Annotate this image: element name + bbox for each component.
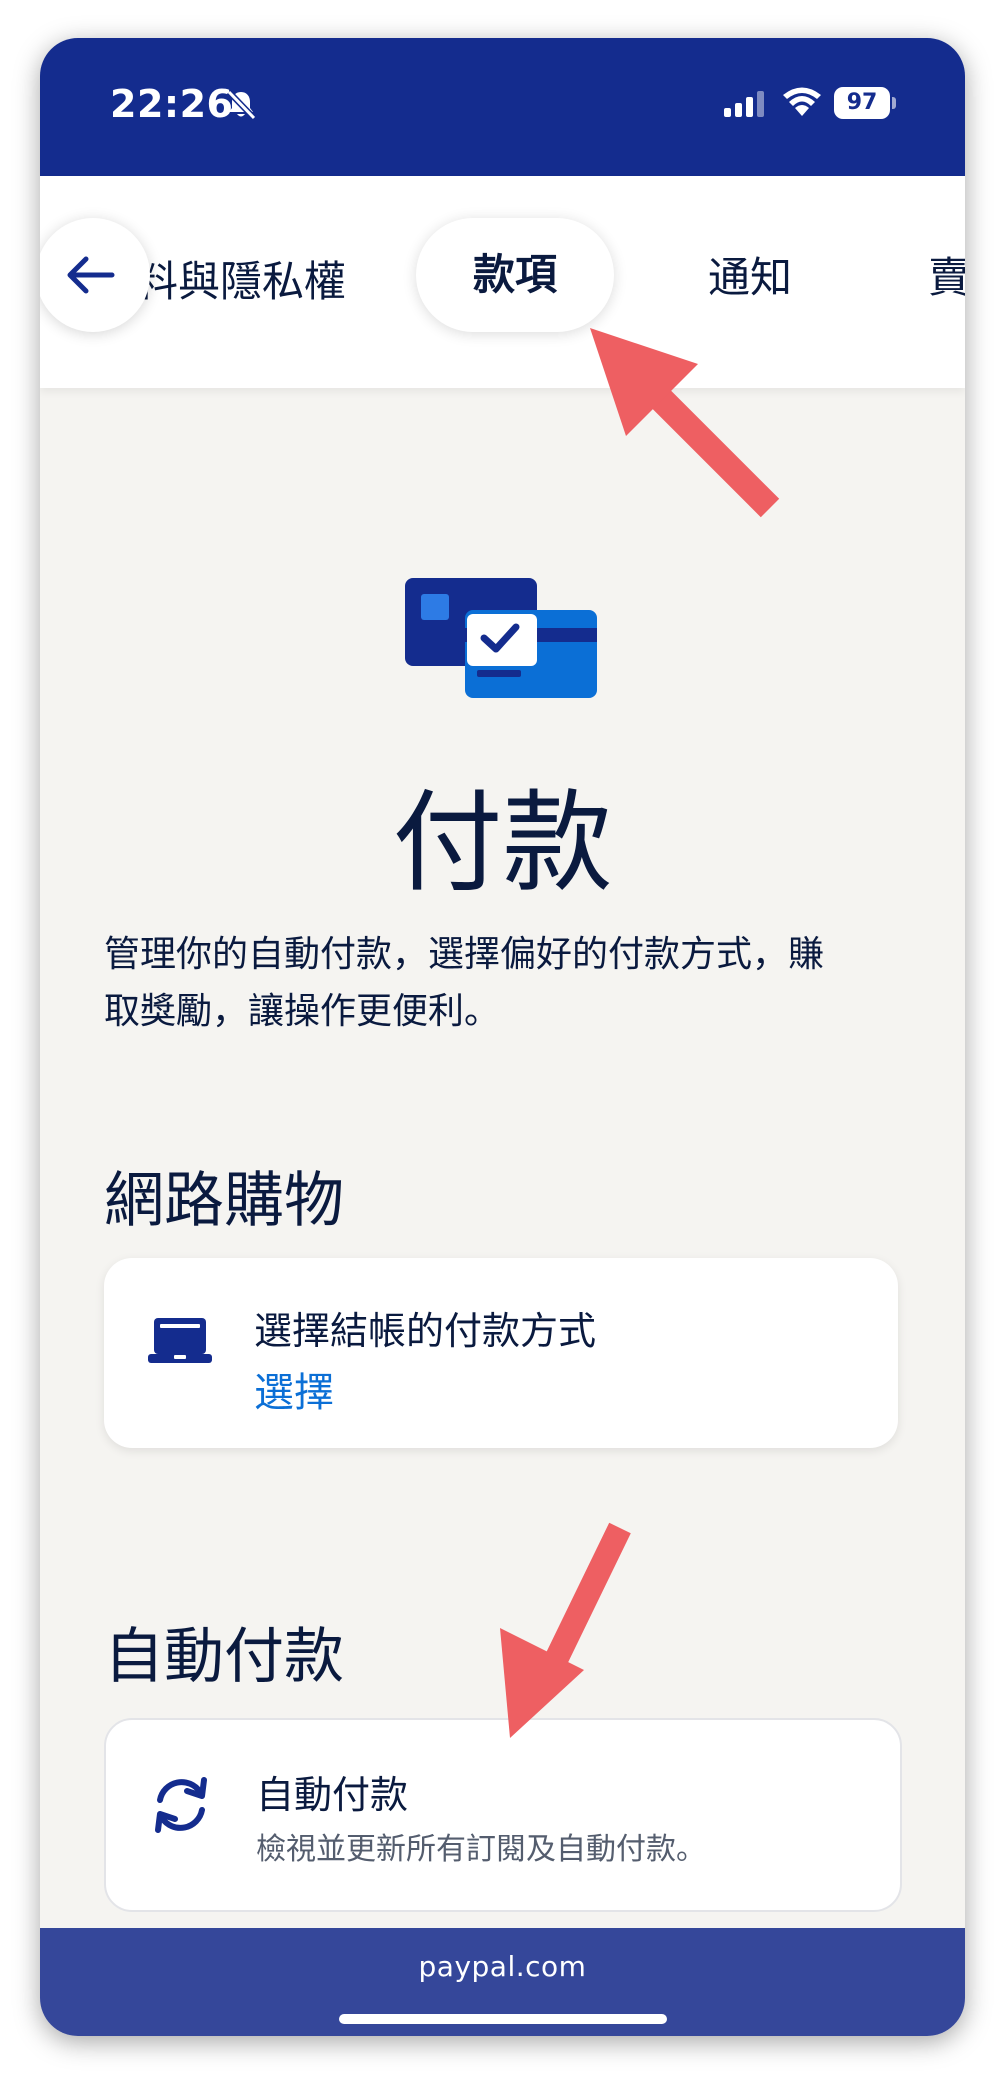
auto-pay-card[interactable]: 自動付款 檢視並更新所有訂閱及自動付款。: [104, 1718, 902, 1912]
section-title-online-shopping: 網路購物: [104, 1166, 344, 1236]
signal-icon: [724, 91, 764, 117]
card-title-auto-pay: 自動付款: [256, 1773, 409, 1817]
page-description: 管理你的自動付款，選擇偏好的付款方式，賺取獎勵，讓操作更便利。: [104, 934, 825, 1032]
status-bar: 22:26 97: [40, 38, 965, 176]
card-subtitle-auto-pay: 檢視並更新所有訂閱及自動付款。: [256, 1832, 706, 1867]
checkout-payment-method-card[interactable]: 選擇結帳的付款方式 選擇: [104, 1258, 898, 1448]
annotation-arrow-up-icon: [590, 328, 780, 518]
payment-cards-icon: [405, 578, 597, 698]
url-text: paypal.com: [418, 1950, 587, 1983]
card-title-checkout: 選擇結帳的付款方式: [254, 1309, 597, 1353]
arrow-left-icon: [67, 256, 115, 294]
browser-url-bar[interactable]: paypal.com: [40, 1928, 965, 2036]
page-title: 付款: [392, 779, 613, 907]
battery-tip: [892, 97, 896, 109]
phone-screen: 22:26 97 料與隱私權 款項 通知 賣 付款 管理你的自動付款，選擇偏好的…: [40, 38, 965, 2036]
wifi-icon: [783, 87, 821, 116]
settings-tab-bar: 料與隱私權 款項 通知 賣: [40, 176, 965, 388]
tab-data-privacy[interactable]: 料與隱私權: [136, 176, 346, 388]
home-indicator[interactable]: [339, 2014, 667, 2024]
laptop-icon: [148, 1318, 212, 1363]
tab-selling[interactable]: 賣: [928, 176, 965, 384]
select-payment-link[interactable]: 選擇: [254, 1360, 334, 1418]
section-title-auto-pay: 自動付款: [104, 1622, 344, 1692]
refresh-icon: [155, 1777, 207, 1833]
bell-slash-icon: [226, 89, 257, 121]
annotation-arrow-down-icon: [500, 1522, 631, 1738]
battery-icon: 97: [834, 87, 890, 119]
back-button[interactable]: [40, 218, 150, 332]
tab-payments[interactable]: 款項: [416, 218, 614, 332]
status-time: 22:26: [110, 82, 234, 126]
